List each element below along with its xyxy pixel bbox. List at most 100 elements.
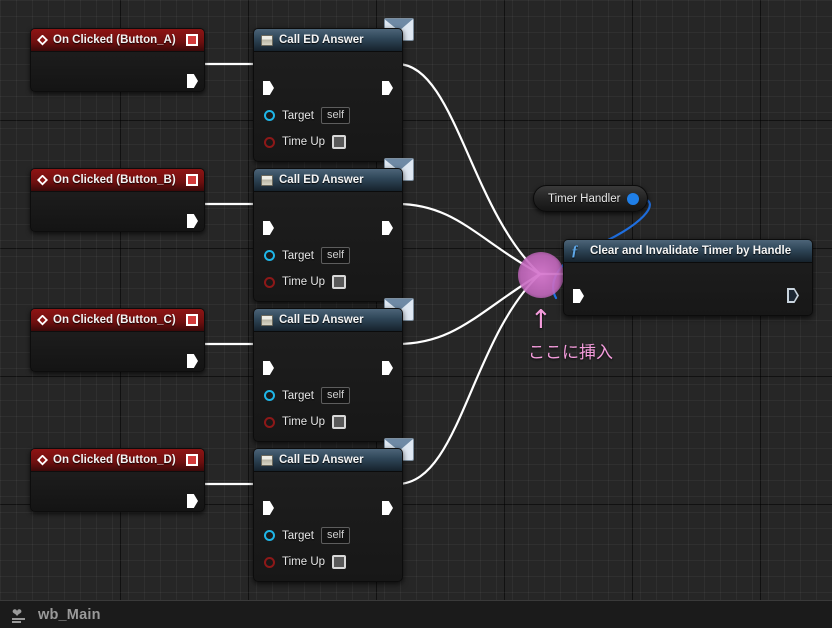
call-node-title-bar: Call ED Answer: [254, 169, 402, 192]
timeup-pin[interactable]: [264, 136, 275, 148]
exec-out-pin[interactable]: [382, 81, 393, 95]
event-node-body: [31, 192, 204, 231]
call-node-timeup-row: Time Up: [264, 275, 347, 289]
call-node-title: Call ED Answer: [279, 34, 364, 46]
event-node-button-d[interactable]: On Clicked (Button_D): [30, 448, 205, 512]
event-node-title: On Clicked (Button_D): [53, 454, 176, 466]
target-value[interactable]: self: [320, 247, 351, 264]
event-node-title: On Clicked (Button_B): [53, 174, 176, 186]
call-node-title-bar: Call ED Answer: [254, 449, 402, 472]
target-value[interactable]: self: [320, 107, 351, 124]
interface-message-icon: [261, 454, 273, 466]
exec-in-pin[interactable]: [263, 221, 274, 235]
event-diamond-icon: [37, 454, 48, 466]
exec-out-pin[interactable]: [187, 214, 198, 228]
exec-out-pin[interactable]: [382, 361, 393, 375]
widget-blueprint-icon: ❤: [12, 607, 29, 623]
timeup-label: Time Up: [282, 556, 326, 568]
call-node-title: Call ED Answer: [279, 174, 364, 186]
call-node-timeup-row: Time Up: [264, 415, 347, 429]
variable-node-label: Timer Handler: [548, 192, 621, 205]
call-node-title: Call ED Answer: [279, 454, 364, 466]
target-pin[interactable]: [264, 250, 275, 261]
function-node-title: Clear and Invalidate Timer by Handle: [590, 245, 792, 257]
delegate-pin-icon[interactable]: [186, 174, 198, 186]
timeup-pin[interactable]: [264, 556, 275, 568]
call-node-ed-answer-d[interactable]: Call ED Answer Target self Time Up Judg: [253, 448, 403, 582]
exec-out-pin[interactable]: [187, 354, 198, 368]
widget-blueprint-underline-1: [12, 618, 25, 620]
struct-in-pin[interactable]: [574, 316, 585, 317]
exec-in-pin[interactable]: [263, 501, 274, 515]
wire-call-b-to-timer: [395, 202, 542, 276]
timeup-label: Time Up: [282, 136, 326, 148]
event-diamond-icon: [37, 314, 48, 326]
interface-message-icon: [261, 174, 273, 186]
call-node-title-bar: Call ED Answer: [254, 29, 402, 52]
widget-blueprint-underline-2: [12, 621, 21, 623]
event-node-button-c[interactable]: On Clicked (Button_C): [30, 308, 205, 372]
function-node-clear-timer[interactable]: ƒ Clear and Invalidate Timer by Handle H…: [563, 239, 813, 316]
exec-out-pin[interactable]: [787, 288, 799, 303]
target-label: Target: [282, 529, 314, 542]
variable-node-timer-handler[interactable]: Timer Handler: [533, 185, 649, 212]
timeup-checkbox[interactable]: [332, 415, 347, 429]
status-bar: ❤ wb_Main: [0, 600, 832, 628]
exec-in-pin[interactable]: [263, 361, 274, 375]
target-label: Target: [282, 389, 314, 402]
event-node-title-bar: On Clicked (Button_C): [31, 309, 204, 332]
timeup-pin[interactable]: [264, 276, 275, 288]
call-node-timeup-row: Time Up: [264, 135, 347, 149]
target-pin[interactable]: [264, 390, 275, 401]
asset-name: wb_Main: [38, 606, 101, 623]
exec-out-pin[interactable]: [382, 221, 393, 235]
call-node-ed-answer-a[interactable]: Call ED Answer Target self Time Up Judg: [253, 28, 403, 162]
event-node-title-bar: On Clicked (Button_B): [31, 169, 204, 192]
event-node-button-b[interactable]: On Clicked (Button_B): [30, 168, 205, 232]
call-node-timeup-row: Time Up: [264, 555, 347, 569]
timeup-checkbox[interactable]: [332, 275, 347, 289]
event-node-button-a[interactable]: On Clicked (Button_A): [30, 28, 205, 92]
handle-label: Handle: [593, 315, 629, 316]
interface-message-icon: [261, 34, 273, 46]
function-fx-icon: ƒ: [571, 242, 579, 259]
timeup-checkbox[interactable]: [332, 555, 347, 569]
call-node-title: Call ED Answer: [279, 314, 364, 326]
target-label: Target: [282, 249, 314, 262]
target-pin[interactable]: [264, 110, 275, 121]
timeup-label: Time Up: [282, 276, 326, 288]
event-node-body: [31, 472, 204, 511]
call-node-target-row: Target self: [264, 387, 351, 404]
call-node-title-bar: Call ED Answer: [254, 309, 402, 332]
annotation-arrow: ↑: [530, 305, 552, 335]
delegate-pin-icon[interactable]: [186, 454, 198, 466]
target-value[interactable]: self: [320, 387, 351, 404]
timeup-pin[interactable]: [264, 416, 275, 428]
call-node-target-row: Target self: [264, 107, 351, 124]
delegate-pin-icon[interactable]: [186, 314, 198, 326]
call-node-target-row: Target self: [264, 247, 351, 264]
event-node-title: On Clicked (Button_A): [53, 34, 176, 46]
connection-highlight: [518, 252, 564, 298]
event-node-body: [31, 332, 204, 371]
function-node-title-bar: ƒ Clear and Invalidate Timer by Handle: [564, 240, 812, 263]
call-node-ed-answer-c[interactable]: Call ED Answer Target self Time Up Judg: [253, 308, 403, 442]
function-node-handle-row: Handle: [574, 315, 629, 316]
interface-message-icon: [261, 314, 273, 326]
call-node-ed-answer-b[interactable]: Call ED Answer Target self Time Up Judg: [253, 168, 403, 302]
target-value[interactable]: self: [320, 527, 351, 544]
timeup-checkbox[interactable]: [332, 135, 347, 149]
delegate-pin-icon[interactable]: [186, 34, 198, 46]
exec-in-pin[interactable]: [263, 81, 274, 95]
struct-out-pin[interactable]: [627, 192, 640, 205]
exec-out-pin[interactable]: [187, 494, 198, 508]
exec-out-pin[interactable]: [382, 501, 393, 515]
timeup-label: Time Up: [282, 416, 326, 428]
exec-in-pin[interactable]: [573, 289, 584, 303]
target-pin[interactable]: [264, 530, 275, 541]
blueprint-graph-canvas[interactable]: On Clicked (Button_A) On Clicked (Button…: [0, 0, 832, 600]
event-node-title-bar: On Clicked (Button_A): [31, 29, 204, 52]
blueprint-editor-window: On Clicked (Button_A) On Clicked (Button…: [0, 0, 832, 628]
exec-out-pin[interactable]: [187, 74, 198, 88]
event-node-body: [31, 52, 204, 91]
